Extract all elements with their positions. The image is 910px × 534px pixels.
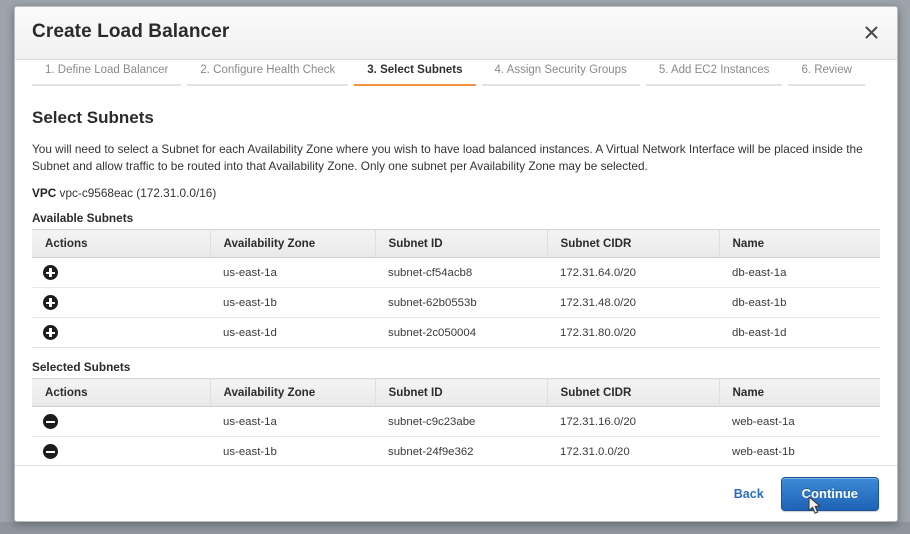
cell-subnet-cidr: 172.31.16.0/20: [547, 407, 719, 437]
back-button[interactable]: Back: [734, 487, 764, 501]
vpc-info: VPC vpc-c9568eac (172.31.0.0/16): [32, 186, 880, 200]
cell-subnet-cidr: 172.31.80.0/20: [547, 318, 719, 348]
cell-availability-zone: us-east-1d: [210, 318, 375, 348]
cell-name: web-east-1b: [719, 437, 880, 466]
cell-subnet-id: subnet-24f9e362: [375, 437, 547, 466]
cell-name: db-east-1b: [719, 288, 880, 318]
tab-review[interactable]: 6. Review: [788, 60, 865, 86]
row-actions-cell: [32, 437, 210, 466]
tab-assign-security-groups[interactable]: 4. Assign Security Groups: [482, 60, 640, 86]
available-subnets-label: Available Subnets: [32, 211, 880, 225]
description-text: You will need to select a Subnet for eac…: [32, 141, 877, 174]
row-actions-cell: [32, 407, 210, 437]
table-row: us-east-1b subnet-24f9e362 172.31.0.0/20…: [32, 437, 880, 466]
minus-circle-icon[interactable]: [43, 414, 58, 429]
table-row: us-east-1d subnet-2c050004 172.31.80.0/2…: [32, 318, 880, 348]
selected-subnets-label: Selected Subnets: [32, 360, 880, 374]
available-subnets-table: Actions Availability Zone Subnet ID Subn…: [32, 229, 880, 348]
cell-availability-zone: us-east-1a: [210, 258, 375, 288]
table-row: us-east-1a subnet-c9c23abe 172.31.16.0/2…: [32, 407, 880, 437]
column-header-subnet-cidr: Subnet CIDR: [547, 379, 719, 407]
column-header-actions: Actions: [32, 379, 210, 407]
cell-subnet-cidr: 172.31.48.0/20: [547, 288, 719, 318]
table-row: us-east-1a subnet-cf54acb8 172.31.64.0/2…: [32, 258, 880, 288]
plus-circle-icon[interactable]: [43, 325, 58, 340]
tab-add-ec2-instances[interactable]: 5. Add EC2 Instances: [646, 60, 783, 86]
close-icon[interactable]: [857, 18, 885, 46]
tab-define-load-balancer[interactable]: 1. Define Load Balancer: [32, 60, 181, 86]
column-header-name: Name: [719, 379, 880, 407]
column-header-availability-zone: Availability Zone: [210, 379, 375, 407]
table-header-row: Actions Availability Zone Subnet ID Subn…: [32, 230, 880, 258]
cell-availability-zone: us-east-1b: [210, 288, 375, 318]
column-header-actions: Actions: [32, 230, 210, 258]
cell-subnet-id: subnet-c9c23abe: [375, 407, 547, 437]
screen: Create Load Balancer 1. Define Load Bala…: [0, 0, 910, 534]
page-title: Select Subnets: [32, 108, 880, 128]
column-header-subnet-cidr: Subnet CIDR: [547, 230, 719, 258]
row-actions-cell: [32, 318, 210, 348]
column-header-subnet-id: Subnet ID: [375, 379, 547, 407]
row-actions-cell: [32, 288, 210, 318]
cell-subnet-id: subnet-cf54acb8: [375, 258, 547, 288]
vpc-value: vpc-c9568eac (172.31.0.0/16): [60, 186, 217, 200]
row-actions-cell: [32, 258, 210, 288]
vpc-label: VPC: [32, 186, 56, 200]
column-header-availability-zone: Availability Zone: [210, 230, 375, 258]
page-backdrop: [0, 522, 910, 534]
plus-circle-icon[interactable]: [43, 265, 58, 280]
continue-button[interactable]: Continue: [781, 477, 879, 511]
dialog-body: Select Subnets You will need to select a…: [15, 92, 897, 465]
tab-configure-health-check[interactable]: 2. Configure Health Check: [187, 60, 348, 86]
cell-name: web-east-1a: [719, 407, 880, 437]
cell-name: db-east-1a: [719, 258, 880, 288]
cell-subnet-cidr: 172.31.0.0/20: [547, 437, 719, 466]
cell-availability-zone: us-east-1a: [210, 407, 375, 437]
minus-circle-icon[interactable]: [43, 444, 58, 459]
create-load-balancer-dialog: Create Load Balancer 1. Define Load Bala…: [14, 6, 898, 522]
table-header-row: Actions Availability Zone Subnet ID Subn…: [32, 379, 880, 407]
cell-subnet-cidr: 172.31.64.0/20: [547, 258, 719, 288]
selected-subnets-table: Actions Availability Zone Subnet ID Subn…: [32, 378, 880, 465]
cell-name: db-east-1d: [719, 318, 880, 348]
column-header-subnet-id: Subnet ID: [375, 230, 547, 258]
cell-availability-zone: us-east-1b: [210, 437, 375, 466]
column-header-name: Name: [719, 230, 880, 258]
dialog-footer: Back Continue: [15, 465, 897, 521]
table-row: us-east-1b subnet-62b0553b 172.31.48.0/2…: [32, 288, 880, 318]
dialog-title: Create Load Balancer: [32, 21, 229, 43]
plus-circle-icon[interactable]: [43, 295, 58, 310]
dialog-header: Create Load Balancer: [15, 7, 897, 60]
wizard-tabs: 1. Define Load Balancer 2. Configure Hea…: [15, 60, 897, 92]
tab-select-subnets[interactable]: 3. Select Subnets: [354, 60, 475, 86]
cell-subnet-id: subnet-2c050004: [375, 318, 547, 348]
cell-subnet-id: subnet-62b0553b: [375, 288, 547, 318]
